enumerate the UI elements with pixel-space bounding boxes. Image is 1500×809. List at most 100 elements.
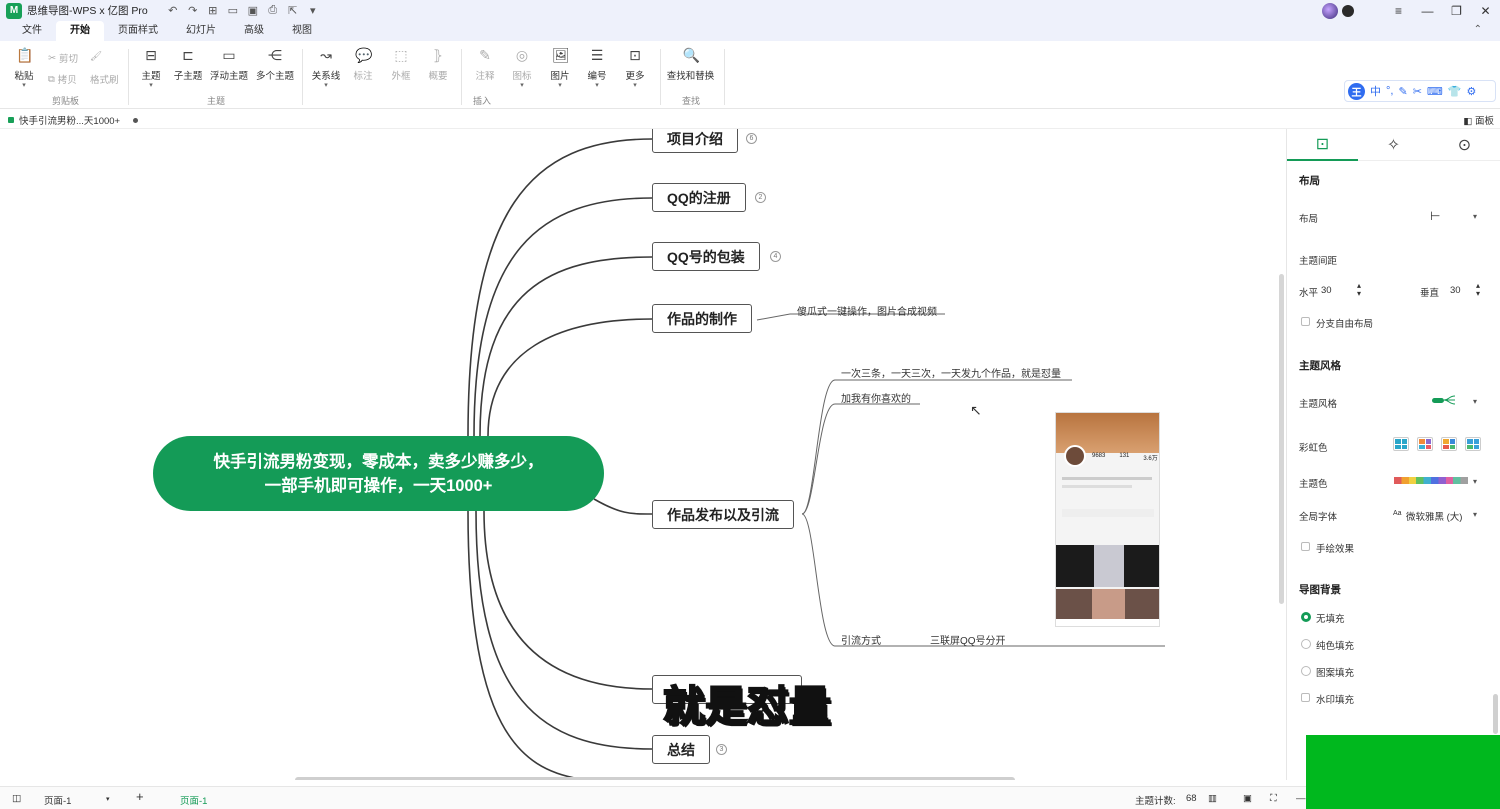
collapse-count-badge[interactable]: 3 [716,744,727,755]
more-button[interactable]: ⊡ 更多 ▾ [613,47,657,90]
collapse-count-badge[interactable]: 2 [755,192,766,203]
tab-advanced[interactable]: 高级 [230,21,278,41]
tab-view[interactable]: 视图 [278,21,326,41]
book-view-icon[interactable]: ▥ [1208,793,1217,804]
find-replace-button[interactable]: 🔍 查找和替换 [663,47,718,82]
format-painter-button[interactable]: 🖌 [90,51,102,62]
subtopic-add-me[interactable]: 加我有你喜欢的 [841,390,911,405]
rainbow-option-4[interactable] [1465,437,1481,451]
tab-slides[interactable]: 幻灯片 [172,21,230,41]
style-preview-icon[interactable] [1431,395,1461,405]
vertical-stepper-icon[interactable]: ▴ ▾ [1476,282,1480,298]
free-layout-checkbox[interactable] [1301,317,1310,326]
cut-button[interactable]: ✂ 剪切 [48,51,78,66]
fit-page-icon[interactable]: ▣ [1243,793,1252,804]
new-file-icon[interactable]: ⊞ [206,4,220,17]
chevron-down-icon[interactable]: ▾ [1473,510,1477,519]
chevron-down-icon[interactable]: ▾ [1473,212,1477,221]
horizontal-stepper-icon[interactable]: ▴ ▾ [1357,282,1361,298]
layout-tree-icon[interactable]: ⊢ [1430,209,1440,223]
page-list-icon[interactable]: ◫ [12,793,21,804]
rainbow-option-1[interactable] [1393,437,1409,451]
panel-toggle-button[interactable]: ◧ 面板 [1463,113,1494,127]
subtopic-one-click[interactable]: 傻瓜式一键操作，图片合成视频 [797,303,937,318]
paste-button[interactable]: 📋 粘贴 ▾ [2,47,46,90]
tab-format[interactable]: ⊡ [1287,129,1358,161]
customize-chevron-icon[interactable]: ▾ [306,4,320,17]
copy-button[interactable]: ⧉ 拷贝 [48,72,77,87]
scissors-icon[interactable]: ✂ [1413,85,1422,98]
tab-page-style[interactable]: 页面样式 [104,21,172,41]
hand-drawn-checkbox[interactable] [1301,542,1310,551]
keyboard-icon[interactable]: ⌨ [1427,85,1443,98]
bg-solid-radio[interactable] [1301,639,1311,649]
subtopic-triple-screen[interactable]: 三联屏QQ号分开 [930,632,1006,647]
fullscreen-icon[interactable]: ⛶ [1270,793,1277,804]
float-topic-button[interactable]: ▭ 浮动主题 [207,47,251,82]
subtopic-button[interactable]: ⊏ 子主题 [166,47,210,82]
topic-qq-package[interactable]: QQ号的包装 [652,242,760,271]
ime-language[interactable]: 中 [1370,83,1381,99]
ime-logo[interactable]: 王 [1348,82,1365,100]
subtopic-post-schedule[interactable]: 一次三条，一天三次，一天发九个作品，就是怼量 [841,365,1061,380]
sparkle-icon: ✧ [1386,137,1401,154]
find-icon: 🔍 [682,47,700,63]
add-page-icon[interactable]: + [136,789,144,804]
punctuation-icon[interactable]: °, [1386,85,1393,97]
chevron-down-icon[interactable]: ▾ [106,795,110,803]
collapse-count-badge[interactable]: 4 [770,251,781,262]
vertical-spacing-input[interactable]: 30 [1450,285,1461,296]
vip-badge-icon[interactable] [1342,4,1354,17]
page-selector[interactable]: 页面-1 [44,793,71,807]
avatar[interactable] [1322,2,1338,19]
topic-qq-register[interactable]: QQ的注册 [652,183,746,212]
multi-topic-button[interactable]: ⋲ 多个主题 [253,47,297,82]
multi-topic-icon: ⋲ [268,47,282,63]
menu-icon[interactable]: ≡ [1384,4,1413,18]
root-topic[interactable]: 快手引流男粉变现，零成本，卖多少赚多少， 一部手机即可操作，一天1000+ [153,436,604,511]
rainbow-option-2[interactable] [1417,437,1433,451]
mindmap-canvas[interactable]: 项目介绍 6 QQ的注册 2 QQ号的包装 4 作品的制作 傻瓜式一键操作，图片… [0,129,1285,780]
bg-none-radio[interactable] [1301,612,1311,622]
collapse-count-badge[interactable]: 6 [746,133,757,144]
tab-file[interactable]: 文件 [8,21,56,41]
ribbon-collapse-icon[interactable]: ⌃ [1474,24,1482,35]
pen-icon[interactable]: ✎ [1398,85,1407,98]
shirt-icon[interactable]: 👕 [1448,85,1462,98]
tab-home[interactable]: 开始 [56,21,104,41]
subtopic-traffic-method[interactable]: 引流方式 [841,632,881,647]
close-icon[interactable]: ✕ [1471,4,1500,18]
bg-watermark-checkbox[interactable] [1301,693,1310,702]
attached-screenshot-image[interactable]: 9683 131 3.6万 [1055,412,1160,627]
canvas-vertical-scrollbar[interactable] [1279,274,1284,604]
print-icon[interactable]: ⎙ [266,4,280,17]
export-icon[interactable]: ⇱ [286,4,300,17]
horizontal-spacing-input[interactable]: 30 [1321,285,1332,296]
redo-icon[interactable]: ↷ [186,4,200,17]
font-select[interactable]: 微软雅黑 (大) [1406,509,1462,523]
undo-icon[interactable]: ↶ [166,4,180,17]
panel-scrollbar[interactable] [1493,694,1498,734]
bg-pattern-radio[interactable] [1301,666,1311,676]
restore-icon[interactable]: ❐ [1442,4,1471,18]
page-tab[interactable]: 页面-1 [180,793,207,807]
horizontal-scrollbar[interactable] [295,777,1015,780]
topic-project-intro[interactable]: 项目介绍 [652,129,738,153]
theme-color-swatches[interactable] [1394,477,1468,484]
rainbow-option-3[interactable] [1441,437,1457,451]
open-folder-icon[interactable]: ▭ [226,4,240,17]
save-icon[interactable]: ▣ [246,4,260,17]
tab-ai[interactable]: ✧ [1358,129,1429,161]
callout-icon: 💬 [355,47,373,63]
minimize-icon[interactable]: — [1413,4,1442,18]
summary-button[interactable]: ⦄ 概要 [416,47,460,82]
chevron-down-icon[interactable]: ▾ [1473,397,1477,406]
document-tab[interactable]: 快手引流男粉...天1000+ [8,113,139,127]
topic-publish-traffic[interactable]: 作品发布以及引流 [652,500,794,529]
topic-summary[interactable]: 总结 [652,735,710,764]
chevron-down-icon[interactable]: ▾ [1473,477,1477,486]
topic-content-making[interactable]: 作品的制作 [652,304,752,333]
gear-icon[interactable]: ⚙ [1467,85,1477,98]
zoom-out-icon[interactable]: — [1296,793,1306,804]
tab-location[interactable]: ⊙ [1429,129,1500,161]
